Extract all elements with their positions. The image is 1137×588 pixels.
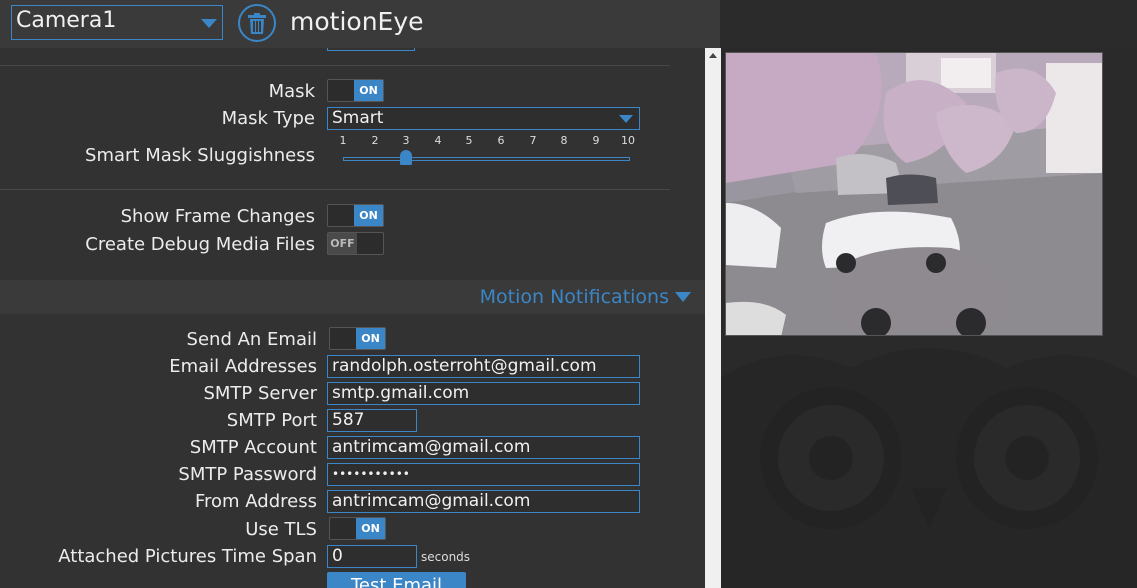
settings-panel: Mask ON Mask Type Smart Smart Mask Slugg… — [0, 48, 705, 588]
divider — [0, 65, 670, 66]
divider — [0, 189, 670, 190]
smtp-port-input[interactable]: 587 — [327, 409, 417, 432]
slider-tick: 8 — [560, 134, 568, 147]
show-frame-changes-knob: ON — [354, 205, 383, 226]
slider-tick: 9 — [592, 134, 600, 147]
mask-toggle[interactable]: ON — [327, 79, 384, 102]
smtp-server-label: SMTP Server — [203, 383, 317, 404]
chevron-down-icon — [619, 115, 633, 123]
send-email-toggle[interactable]: ON — [329, 327, 386, 350]
slider-tick: 4 — [434, 134, 442, 147]
sluggishness-slider-handle[interactable] — [400, 150, 412, 165]
owl-logo-icon — [721, 348, 1137, 588]
brand-title: motionEye — [290, 7, 424, 36]
debug-media-toggle[interactable]: OFF — [327, 232, 384, 255]
slider-tick: 2 — [371, 134, 379, 147]
sluggishness-label: Smart Mask Sluggishness — [85, 145, 315, 166]
email-addresses-input[interactable]: randolph.osterroht@gmail.com — [327, 355, 640, 378]
pictures-span-input[interactable]: 0 — [327, 545, 417, 568]
seconds-unit: seconds — [421, 550, 471, 564]
mask-toggle-knob: ON — [354, 80, 383, 101]
slider-tick: 5 — [465, 134, 473, 147]
send-email-knob: ON — [356, 328, 385, 349]
use-tls-label: Use TLS — [245, 519, 317, 540]
sluggishness-ticks: 1 2 3 4 5 6 7 8 9 10 — [334, 134, 636, 148]
debug-media-knob: OFF — [328, 233, 357, 254]
chevron-down-icon — [675, 292, 691, 302]
mask-type-label: Mask Type — [221, 108, 315, 129]
camera-select[interactable]: Camera1 — [11, 5, 223, 40]
smtp-password-label: SMTP Password — [178, 464, 317, 485]
motioneye-app: Camera1 motionEye Mask ON Mask Type Smar… — [0, 0, 1137, 588]
slider-tick: 10 — [621, 134, 635, 147]
debug-media-label: Create Debug Media Files — [85, 234, 315, 255]
smtp-account-label: SMTP Account — [189, 437, 317, 458]
camera-select-value: Camera1 — [16, 8, 117, 33]
use-tls-knob: ON — [356, 518, 385, 539]
camera-feed-image — [726, 53, 1102, 335]
slider-tick: 1 — [339, 134, 347, 147]
smtp-server-input[interactable]: smtp.gmail.com — [327, 382, 640, 405]
slider-tick: 3 — [402, 134, 410, 147]
from-address-label: From Address — [194, 491, 317, 512]
email-addresses-label: Email Addresses — [169, 356, 317, 377]
send-email-label: Send An Email — [186, 329, 317, 350]
slider-tick: 6 — [497, 134, 505, 147]
smtp-port-label: SMTP Port — [226, 410, 317, 431]
previous-field-edge — [327, 48, 415, 51]
use-tls-toggle[interactable]: ON — [329, 517, 386, 540]
top-bar-right — [720, 0, 1137, 48]
mask-type-value: Smart — [332, 108, 384, 128]
remove-camera-button[interactable] — [238, 4, 276, 42]
show-frame-changes-label: Show Frame Changes — [120, 206, 315, 227]
scroll-up-icon[interactable] — [709, 53, 717, 58]
trash-icon — [248, 13, 266, 34]
mask-label: Mask — [268, 81, 315, 102]
settings-scrollbar[interactable] — [705, 48, 721, 588]
pictures-span-label: Attached Pictures Time Span — [58, 546, 317, 567]
smtp-account-input[interactable]: antrimcam@gmail.com — [327, 436, 640, 459]
camera-frame[interactable] — [725, 52, 1103, 336]
from-address-input[interactable]: antrimcam@gmail.com — [327, 490, 640, 513]
test-email-button[interactable]: Test Email — [327, 572, 466, 588]
sluggishness-slider[interactable] — [343, 157, 630, 161]
motion-notifications-header[interactable]: Motion Notifications — [0, 280, 705, 314]
top-bar: Camera1 motionEye — [0, 0, 720, 48]
show-frame-changes-toggle[interactable]: ON — [327, 204, 384, 227]
mask-type-select[interactable]: Smart — [327, 107, 640, 130]
chevron-down-icon — [201, 19, 217, 28]
section-title: Motion Notifications — [479, 286, 669, 308]
slider-tick: 7 — [529, 134, 537, 147]
smtp-password-input[interactable]: ••••••••••• — [327, 463, 640, 486]
